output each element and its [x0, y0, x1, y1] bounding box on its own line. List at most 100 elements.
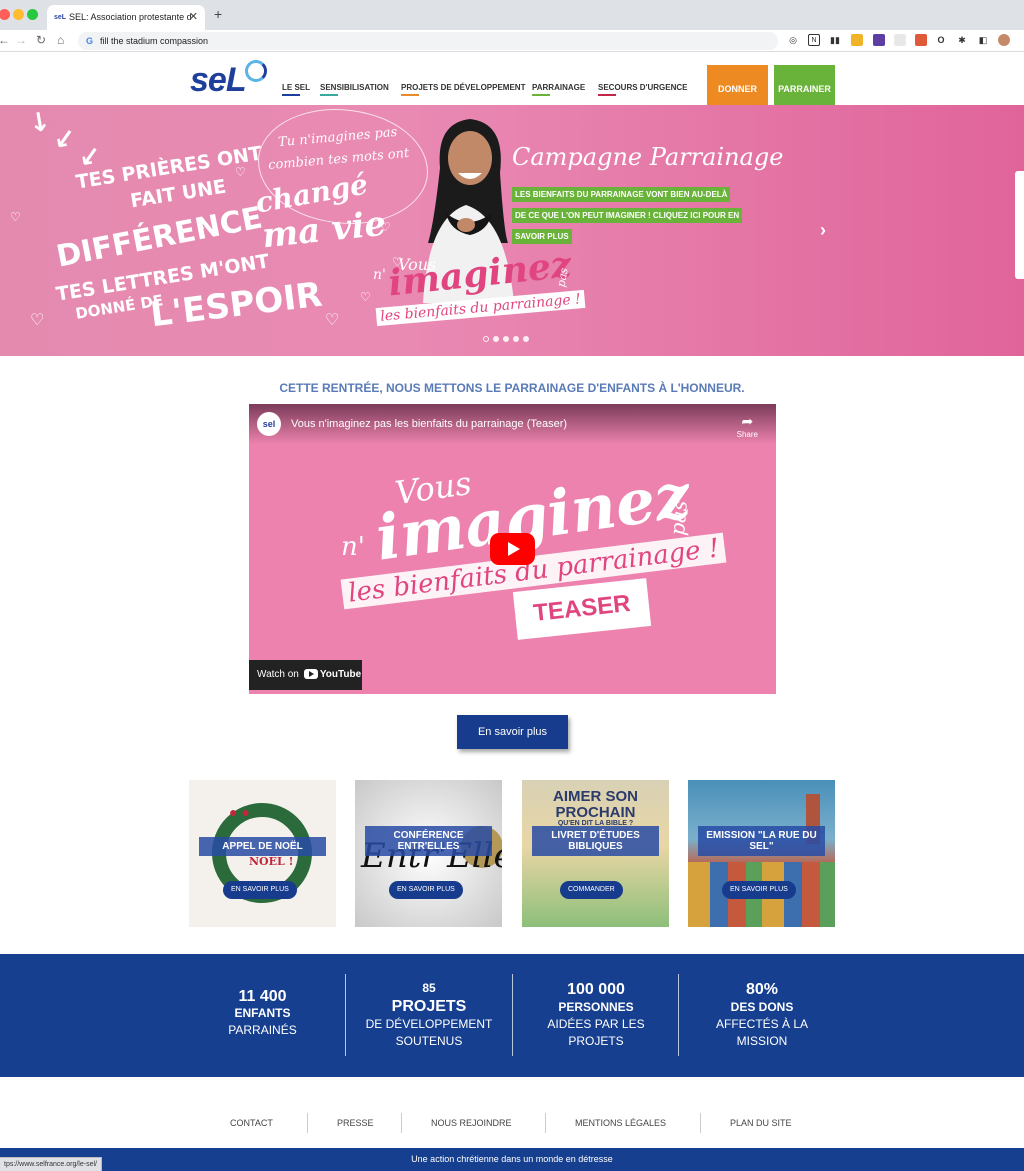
- campaign-title: Campagne Parrainage: [512, 143, 784, 171]
- minimize-window-button[interactable]: [13, 9, 24, 20]
- card-button[interactable]: COMMANDER: [560, 881, 623, 899]
- footer-link-legal[interactable]: MENTIONS LÉGALES: [575, 1118, 666, 1128]
- youtube-label: YouTube: [319, 669, 362, 680]
- address-text: fill the stadium compassion: [100, 36, 209, 46]
- share-label: Share: [736, 430, 758, 439]
- close-tab-icon[interactable]: ✕: [189, 5, 198, 30]
- footer-link-sitemap[interactable]: PLAN DU SITE: [730, 1118, 792, 1128]
- footer-links: CONTACT PRESSE NOUS REJOINDRE MENTIONS L…: [0, 1113, 1024, 1133]
- stat-number: 85: [422, 981, 436, 995]
- campaign-text-3[interactable]: SAVOIR PLUS: [512, 229, 572, 244]
- card-art-text: NOËL !: [249, 855, 294, 868]
- campaign-text-2[interactable]: DE CE QUE L'ON PEUT IMAGINER ! CLIQUEZ I…: [512, 208, 743, 223]
- back-icon[interactable]: ←: [0, 33, 10, 47]
- thumb-pas: pas: [665, 499, 692, 537]
- card-title: CONFÉRENCE ENTR'ELLES: [365, 826, 492, 856]
- stat-line-1: PERSONNES: [558, 1000, 634, 1014]
- stat-line-2: AIDÉES PAR LES: [547, 1017, 645, 1031]
- share-button[interactable]: ➦ Share: [737, 413, 758, 439]
- logo-swirl-icon: [245, 60, 267, 82]
- nav-parrainage[interactable]: PARRAINAGE: [532, 83, 585, 96]
- video-title[interactable]: Vous n'imaginez pas les bienfaits du par…: [291, 418, 567, 430]
- extension-icon[interactable]: ◎: [787, 34, 799, 46]
- card-art-line-2: PROCHAIN: [555, 804, 636, 821]
- stat-line-3: PROJETS: [568, 1034, 624, 1048]
- card-button[interactable]: EN SAVOIR PLUS: [722, 881, 796, 899]
- share-icon: ➦: [741, 413, 754, 429]
- stat-divider: [512, 974, 513, 1056]
- footer-tagline: Une action chrétienne dans un monde en d…: [0, 1148, 1024, 1171]
- tab-title: SEL: Association protestante d: [69, 12, 192, 22]
- hero-slider[interactable]: ↘ ↓ ↓ TES PRIÈRES ONT FAIT UNE DIFFÉRENC…: [0, 105, 1024, 356]
- heart-icon: ♡: [325, 312, 340, 329]
- nav-projets[interactable]: PROJETS DE DÉVELOPPEMENT: [401, 83, 525, 96]
- youtube-video-embed[interactable]: sel Vous n'imaginez pas les bienfaits du…: [249, 404, 776, 694]
- stat-number: 80%: [745, 981, 779, 998]
- footer-divider: [700, 1113, 701, 1133]
- watch-on-youtube-button[interactable]: Watch on YouTube: [249, 660, 362, 690]
- stats-band: 11 400 ENFANTS PARRAINÉS 85 PROJETS DE D…: [0, 954, 1024, 1077]
- home-icon[interactable]: ⌂: [57, 33, 64, 47]
- sel-logo[interactable]: seL: [190, 61, 247, 100]
- slider-dots: [483, 329, 533, 347]
- card-conference[interactable]: Entr'Elles CONFÉRENCE ENTR'ELLES EN SAVO…: [355, 780, 502, 927]
- slider-dot[interactable]: [483, 336, 489, 342]
- card-art-line-1: AIMER SON: [552, 788, 638, 805]
- nav-label: LE SEL: [282, 83, 311, 92]
- maximize-window-button[interactable]: [27, 9, 38, 20]
- opera-icon[interactable]: O: [935, 34, 947, 46]
- notion-icon[interactable]: N: [808, 34, 820, 46]
- slider-dot[interactable]: [503, 336, 509, 342]
- slider-next-icon[interactable]: ›: [820, 220, 826, 241]
- nav-secours[interactable]: SECOURS D'URGENCE: [598, 83, 687, 96]
- card-title: LIVRET D'ÉTUDES BIBLIQUES: [532, 826, 659, 856]
- address-bar[interactable]: G fill the stadium compassion: [78, 32, 778, 50]
- slider-dot[interactable]: [523, 336, 529, 342]
- heart-icon: ♡: [235, 165, 246, 179]
- extension-icon[interactable]: [915, 34, 927, 46]
- stat-line-1: ENFANTS: [234, 1006, 291, 1020]
- reload-icon[interactable]: ↻: [36, 33, 46, 47]
- campaign-text-1[interactable]: LES BIENFAITS DU PARRAINAGE VONT BIEN AU…: [512, 187, 731, 202]
- extension-icon[interactable]: [894, 34, 906, 46]
- google-icon: G: [86, 36, 94, 46]
- puzzle-icon[interactable]: ✱: [956, 34, 968, 46]
- nav-le-sel[interactable]: LE SEL: [282, 83, 310, 96]
- slider-prev-icon[interactable]: ‹: [199, 220, 205, 241]
- card-street-show[interactable]: EMISSION "LA RUE DU SEL" EN SAVOIR PLUS: [688, 780, 835, 927]
- watch-on-label: Watch on: [257, 669, 299, 680]
- extension-icon[interactable]: [873, 34, 885, 46]
- new-tab-icon[interactable]: +: [214, 6, 222, 22]
- heart-icon: ♡: [360, 290, 371, 304]
- card-button[interactable]: EN SAVOIR PLUS: [223, 881, 297, 899]
- berry-decor: ● ●: [229, 804, 250, 820]
- card-button[interactable]: EN SAVOIR PLUS: [389, 881, 463, 899]
- stat-line-2: AFFECTÉS À LA: [715, 1017, 809, 1031]
- sidebar-icon[interactable]: ◧: [977, 34, 989, 46]
- thumb-n: n': [341, 532, 365, 562]
- forward-icon[interactable]: →: [15, 33, 27, 47]
- stat-line-1: DES DONS: [730, 1000, 794, 1014]
- channel-icon[interactable]: sel: [257, 412, 281, 436]
- intro-heading: CETTE RENTRÉE, NOUS METTONS LE PARRAINAG…: [279, 381, 745, 395]
- close-window-button[interactable]: [0, 9, 10, 20]
- profile-avatar[interactable]: [998, 34, 1010, 46]
- card-christmas-appeal[interactable]: ● ● NOËL ! APPEL DE NOËL EN SAVOIR PLUS: [189, 780, 336, 927]
- nav-sensibilisation[interactable]: SENSIBILISATION: [320, 83, 389, 96]
- slider-dot[interactable]: [493, 336, 499, 342]
- site-header: seL LE SEL SENSIBILISATION PROJETS DE DÉ…: [0, 53, 1024, 114]
- browser-tab[interactable]: seL SEL: Association protestante d ✕: [47, 5, 205, 30]
- learn-more-button[interactable]: En savoir plus: [457, 715, 568, 749]
- slider-edge-panel: [1015, 171, 1024, 279]
- extension-icon[interactable]: ▮▮: [829, 34, 841, 46]
- extension-icon[interactable]: [851, 34, 863, 46]
- play-button-icon[interactable]: [490, 533, 535, 565]
- card-bible-booklet[interactable]: AIMER SON PROCHAIN QU'EN DIT LA BIBLE ? …: [522, 780, 669, 927]
- footer-divider: [545, 1113, 546, 1133]
- footer-link-contact[interactable]: CONTACT: [230, 1118, 273, 1128]
- footer-link-press[interactable]: PRESSE: [337, 1118, 374, 1128]
- nav-label: PROJETS DE DÉVELOPPEMENT: [401, 83, 526, 92]
- slider-dot[interactable]: [513, 336, 519, 342]
- hero-arrow-doodle: ↘ ↓ ↓: [20, 105, 107, 177]
- footer-link-join[interactable]: NOUS REJOINDRE: [431, 1118, 512, 1128]
